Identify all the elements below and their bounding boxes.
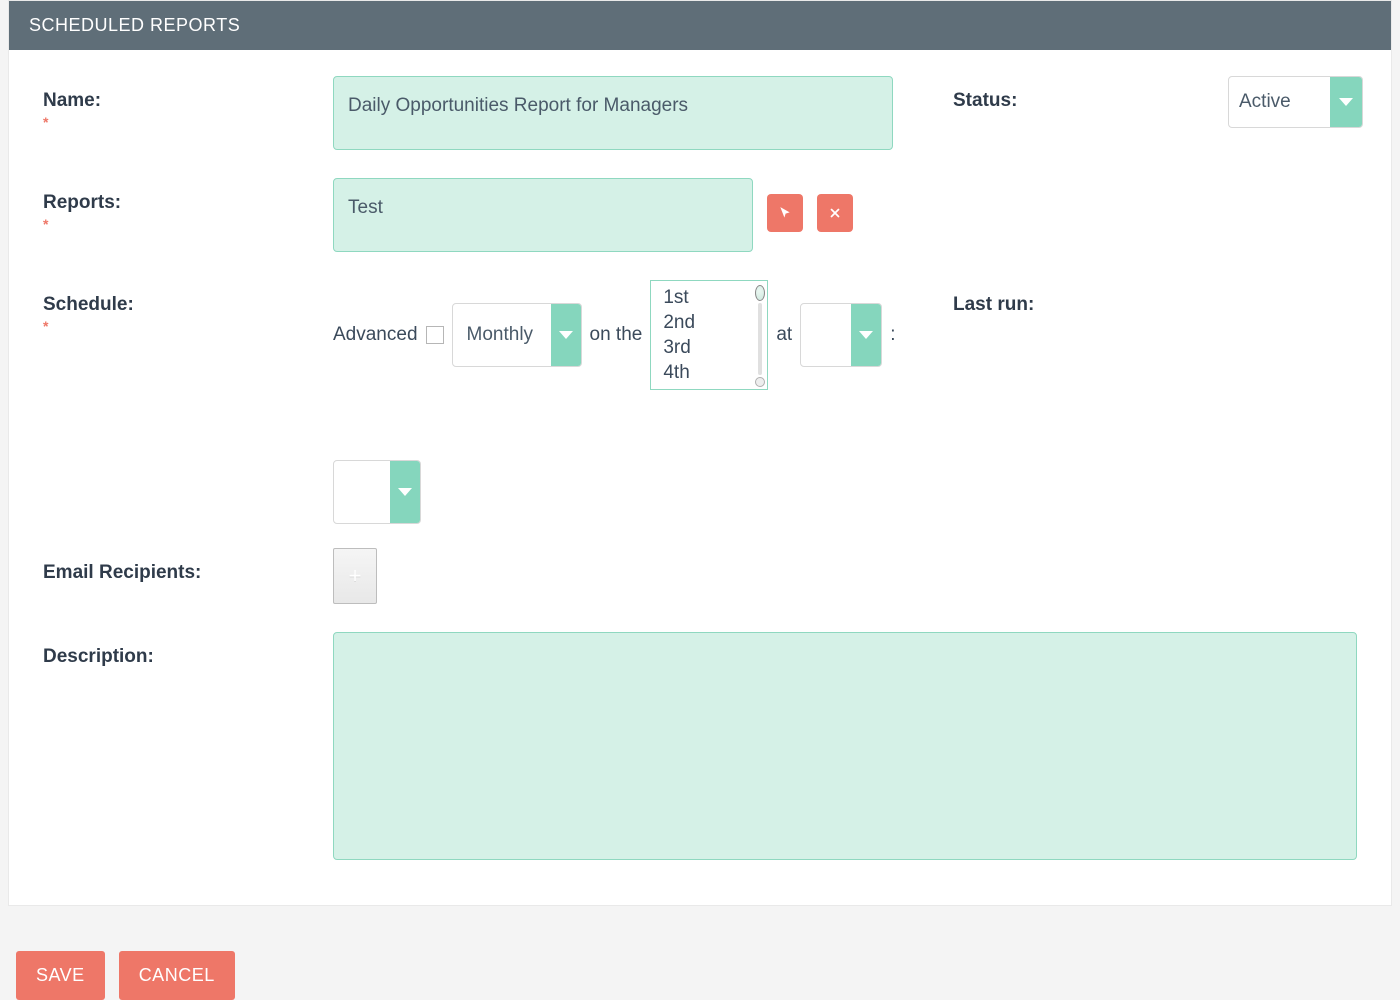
label-status: Status: — [893, 76, 1143, 112]
scroll-bottom-icon — [755, 377, 765, 387]
scroll-track — [758, 303, 762, 375]
frequency-select[interactable]: Monthly — [452, 303, 582, 367]
label-email-recipients: Email Recipients: — [43, 548, 333, 584]
ordinal-option-1[interactable]: 1st — [651, 285, 767, 310]
report-field[interactable]: Test — [333, 178, 753, 252]
status-value: Active — [1229, 91, 1330, 113]
hour-caret — [851, 304, 881, 366]
ordinal-option-3[interactable]: 3rd — [651, 335, 767, 360]
status-select[interactable]: Active — [1228, 76, 1363, 128]
ordinal-list: 1st 2nd 3rd 4th — [650, 280, 768, 390]
row-reports: Reports: Test — [43, 178, 1357, 252]
scheduled-reports-panel: SCHEDULED REPORTS Name: Daily Opportunit… — [8, 0, 1392, 906]
hour-select[interactable] — [800, 303, 882, 367]
last-run-value — [1153, 280, 1353, 294]
panel-body: Name: Daily Opportunities Report for Man… — [9, 50, 1391, 905]
minute-caret — [390, 461, 420, 523]
ordinal-option-4[interactable]: 4th — [651, 360, 767, 385]
ordinal-select[interactable]: 1st 2nd 3rd 4th — [650, 280, 768, 390]
frequency-value: Monthly — [453, 324, 551, 346]
row-name-status: Name: Daily Opportunities Report for Man… — [43, 76, 1357, 150]
row-description: Description: — [43, 632, 1357, 865]
panel-title: SCHEDULED REPORTS — [9, 1, 1391, 50]
select-report-button[interactable] — [767, 194, 803, 232]
report-line: Test — [333, 178, 893, 252]
label-on-the: on the — [590, 324, 643, 346]
cancel-button[interactable]: CANCEL — [119, 951, 235, 1000]
frequency-caret — [551, 304, 581, 366]
label-colon: : — [890, 324, 895, 346]
minute-select[interactable] — [333, 460, 421, 524]
description-field[interactable] — [333, 632, 1357, 860]
ordinal-scrollbar[interactable] — [755, 283, 765, 387]
cursor-icon — [778, 206, 792, 220]
label-description: Description: — [43, 632, 333, 668]
label-advanced: Advanced — [333, 324, 418, 346]
label-schedule: Schedule: — [43, 280, 333, 316]
row-email: Email Recipients: + — [43, 548, 1357, 604]
remove-report-button[interactable] — [817, 194, 853, 232]
ordinal-option-2[interactable]: 2nd — [651, 310, 767, 335]
label-last-run: Last run: — [933, 280, 1153, 316]
label-reports: Reports: — [43, 178, 333, 214]
name-field[interactable]: Daily Opportunities Report for Managers — [333, 76, 893, 150]
chevron-down-icon — [559, 331, 573, 339]
plus-icon: + — [349, 563, 362, 589]
save-button[interactable]: SAVE — [16, 951, 105, 1000]
label-name: Name: — [43, 76, 333, 112]
label-at: at — [776, 324, 792, 346]
advanced-checkbox[interactable] — [426, 326, 444, 344]
add-recipient-button[interactable]: + — [333, 548, 377, 604]
close-icon — [828, 206, 842, 220]
row-schedule: Schedule: Advanced Monthly on the 1st — [43, 280, 1357, 524]
footer-actions: SAVE CANCEL — [0, 945, 1400, 1000]
schedule-line: Advanced Monthly on the 1st 2nd 3rd — [333, 280, 933, 390]
status-caret — [1330, 77, 1362, 127]
chevron-down-icon — [859, 331, 873, 339]
chevron-down-icon — [398, 488, 412, 496]
scroll-thumb-icon — [755, 285, 765, 301]
chevron-down-icon — [1339, 98, 1353, 106]
